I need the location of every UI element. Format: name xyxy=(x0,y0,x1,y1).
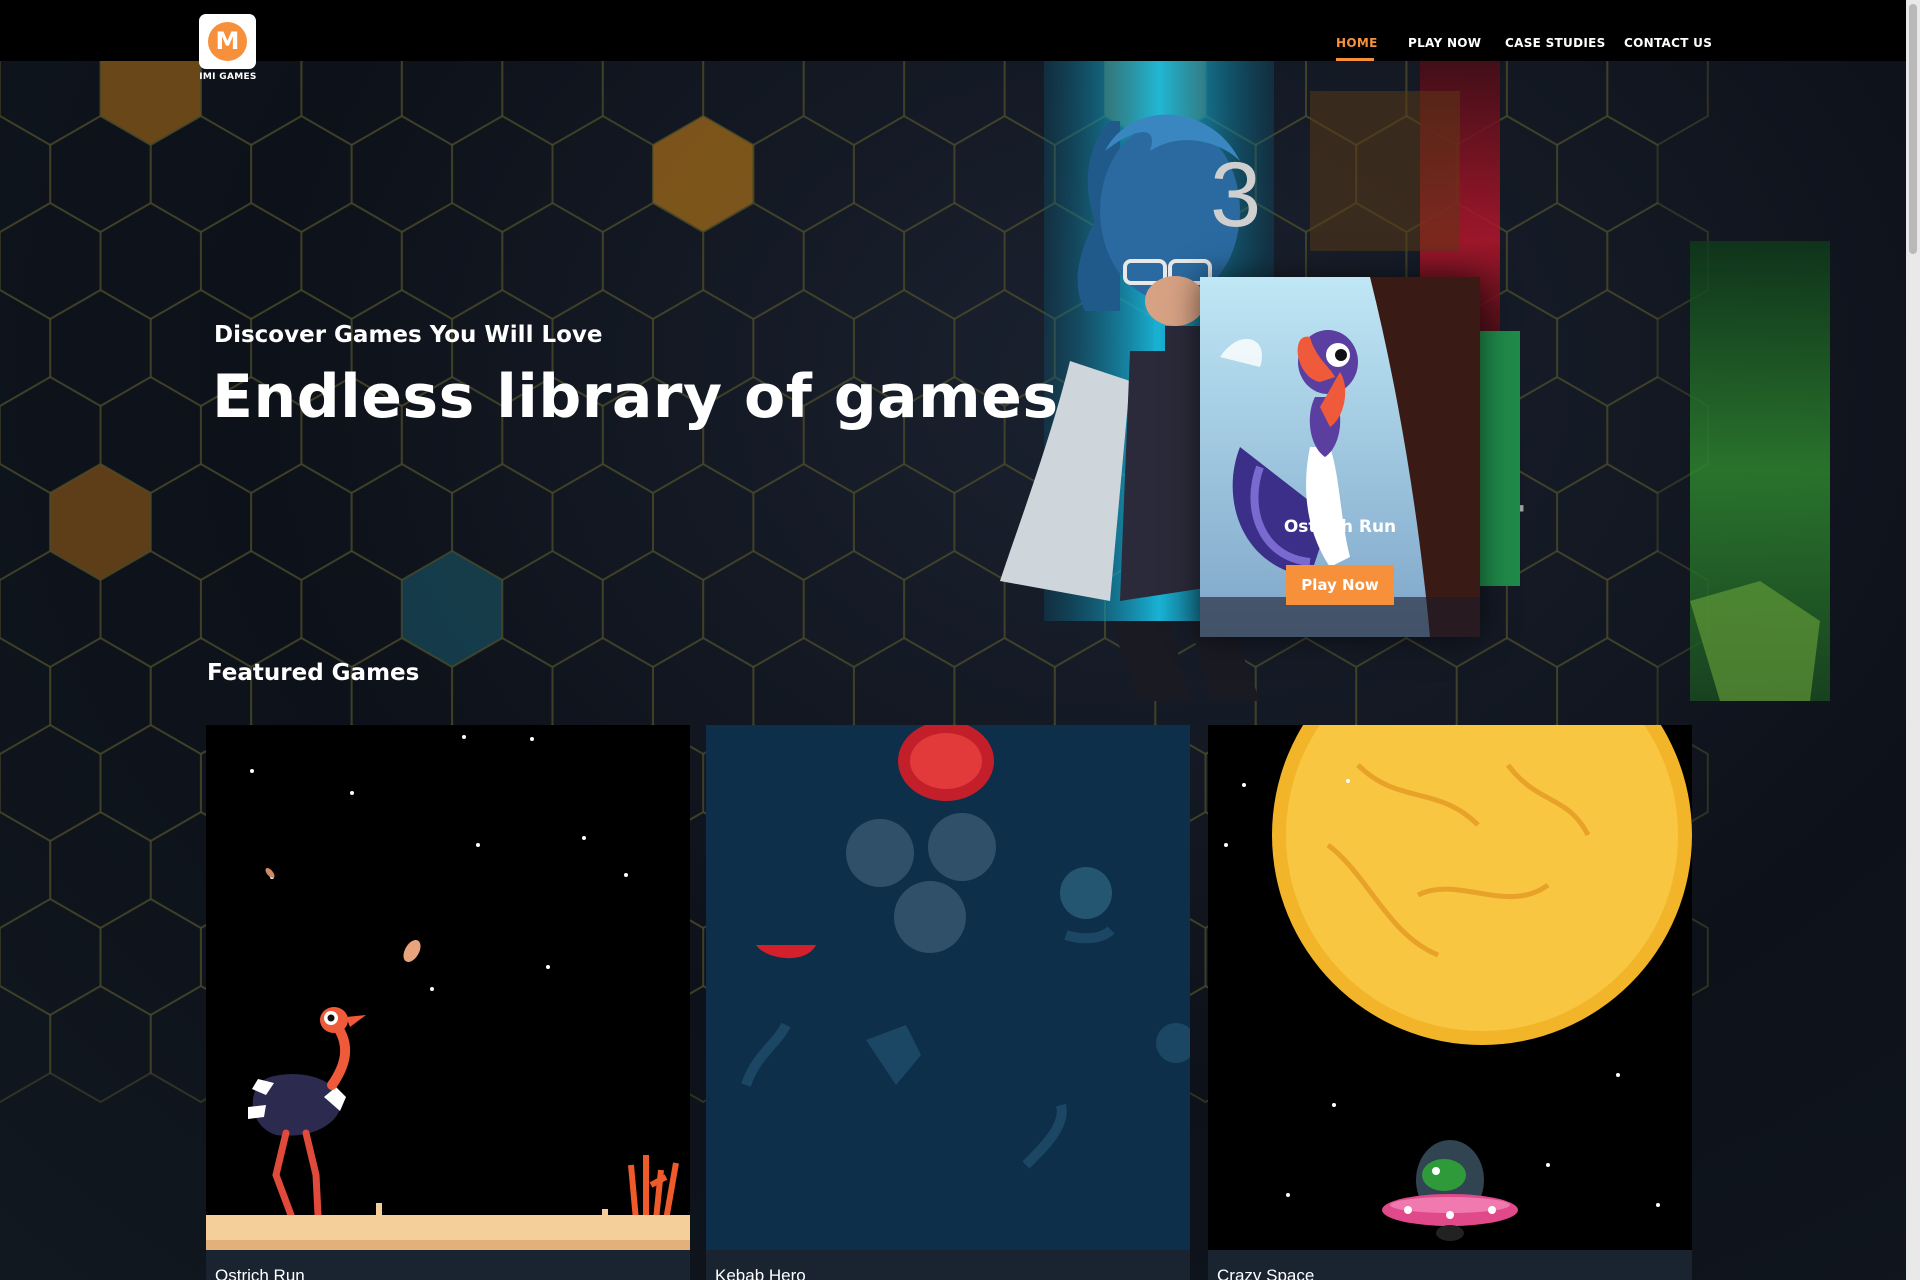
nav-case-studies[interactable]: CASE STUDIES xyxy=(1505,36,1606,50)
nav-active-indicator xyxy=(1336,58,1374,61)
game-card-ostrich-run[interactable]: Ostrich Run xyxy=(206,725,690,1280)
scrollbar-thumb[interactable] xyxy=(1909,4,1917,254)
play-now-button[interactable]: Play Now xyxy=(1286,565,1394,605)
game-title: Crazy Space xyxy=(1217,1266,1315,1280)
logo-mark-icon: M xyxy=(208,22,247,61)
nav-play-now[interactable]: PLAY NOW xyxy=(1408,36,1481,50)
brand-caption: IMI GAMES xyxy=(199,72,257,82)
page: 3 4 M IMI GAMES HOME PLAY NOW CASE STUDI… xyxy=(0,0,1920,1280)
space-game-art-icon xyxy=(1208,725,1692,1250)
featured-games-heading: Featured Games xyxy=(207,660,420,686)
hero-card-title: Ostrich Run xyxy=(1283,517,1397,537)
kebab-game-art-icon xyxy=(706,725,1190,1250)
brand-logo[interactable]: M xyxy=(199,14,256,69)
nav-contact-us[interactable]: CONTACT US xyxy=(1624,36,1712,50)
nav-home[interactable]: HOME xyxy=(1336,36,1378,50)
hero-featured-card[interactable]: Ostrich Run Play Now xyxy=(1200,277,1480,637)
hero-subtitle: Discover Games You Will Love xyxy=(214,322,603,348)
game-title: Kebab Hero xyxy=(715,1266,806,1280)
top-navbar: M IMI GAMES HOME PLAY NOW CASE STUDIES C… xyxy=(0,0,1920,82)
ostrich-game-art-icon xyxy=(206,725,690,1250)
game-card-crazy-space[interactable]: Crazy Space xyxy=(1208,725,1692,1280)
hero-title: Endless library of games xyxy=(212,362,1059,432)
game-card-kebab-hero[interactable]: Kebab Hero xyxy=(706,725,1190,1280)
hero-number-3: 3 xyxy=(1210,144,1261,246)
game-title: Ostrich Run xyxy=(215,1266,305,1280)
